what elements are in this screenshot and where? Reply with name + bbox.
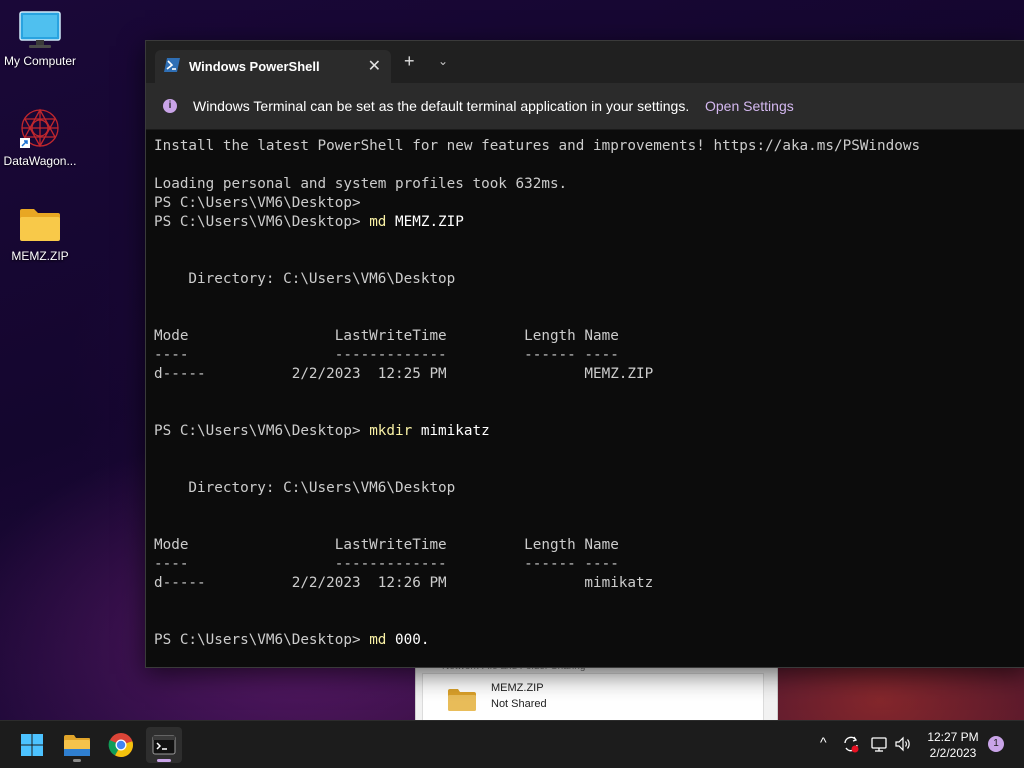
monitor-icon	[19, 11, 61, 48]
terminal-line: PS C:\Users\VM6\Desktop> mkdir mimikatz	[154, 422, 1018, 441]
terminal-tab-bar: Windows PowerShell ✕ + ⌄	[146, 41, 1024, 83]
info-icon: i	[163, 99, 177, 113]
folder-icon	[20, 209, 60, 241]
shared-item-status: Not Shared	[491, 698, 547, 710]
terminal-line: Directory: C:\Users\VM6\Desktop	[154, 271, 456, 287]
prompt-text: PS C:\Users\VM6\Desktop>	[154, 423, 370, 439]
chrome-button[interactable]	[103, 727, 139, 763]
terminal-line: Directory: C:\Users\VM6\Desktop	[154, 480, 456, 496]
clock[interactable]: 12:27 PM 2/2/2023	[922, 729, 984, 761]
sync-icon[interactable]	[842, 735, 860, 753]
terminal-line: d----- 2/2/2023 12:26 PM mimikatz	[154, 575, 654, 591]
running-indicator	[73, 759, 81, 762]
terminal-line: d----- 2/2/2023 12:25 PM MEMZ.ZIP	[154, 366, 654, 382]
background-window[interactable]: Network File and Folder Sharing MEMZ.ZIP…	[415, 660, 778, 722]
show-hidden-icons-chevron[interactable]: ^	[820, 734, 827, 750]
clock-date: 2/2/2023	[929, 746, 977, 760]
terminal-window[interactable]: Windows PowerShell ✕ + ⌄ i Windows Termi…	[145, 40, 1024, 668]
tab-title: Windows PowerShell	[189, 59, 320, 74]
close-tab-icon[interactable]: ✕	[368, 56, 381, 76]
desktop-icon-datawagon[interactable]: DataWagon...	[0, 106, 80, 168]
terminal-line: Mode LastWriteTime Length Name	[154, 537, 619, 553]
terminal-line: Mode LastWriteTime Length Name	[154, 328, 619, 344]
command-text: md	[369, 214, 387, 230]
folder-icon	[64, 735, 90, 756]
command-argument: 000.	[386, 632, 430, 648]
terminal-line: Loading personal and system profiles too…	[154, 176, 568, 192]
new-tab-button[interactable]: +	[404, 51, 415, 72]
terminal-line: PS C:\Users\VM6\Desktop> md 000.	[154, 631, 1018, 650]
folder-icon	[448, 689, 476, 711]
command-text: md	[369, 632, 387, 648]
datawagon-shortcut-icon	[20, 108, 59, 148]
terminal-line: Install the latest PowerShell for new fe…	[154, 138, 921, 154]
volume-icon[interactable]	[894, 735, 912, 753]
clock-time: 12:27 PM	[927, 730, 979, 744]
desktop-icon-my-computer[interactable]: My Computer	[0, 10, 80, 68]
windows-logo-icon	[21, 734, 43, 756]
chrome-icon	[108, 733, 133, 757]
active-indicator	[157, 759, 171, 762]
desktop-icon-label: My Computer	[3, 54, 77, 68]
terminal-line: ---- ------------- ------ ----	[154, 347, 619, 363]
prompt-text: PS C:\Users\VM6\Desktop>	[154, 632, 370, 648]
terminal-button[interactable]	[146, 727, 182, 763]
network-icon[interactable]	[870, 735, 888, 753]
command-argument: mimikatz	[412, 423, 490, 439]
default-terminal-infobar: i Windows Terminal can be set as the def…	[146, 83, 1024, 130]
desktop-icon-memz-zip[interactable]: MEMZ.ZIP	[0, 205, 80, 263]
notification-badge[interactable]: 1	[988, 736, 1004, 752]
terminal-line: ---- ------------- ------ ----	[154, 556, 619, 572]
terminal-line: PS C:\Users\VM6\Desktop>	[154, 195, 361, 211]
command-argument: MEMZ.ZIP	[386, 214, 464, 230]
terminal-line: PS C:\Users\VM6\Desktop> md MEMZ.ZIP	[154, 213, 1018, 232]
desktop-icon-label: DataWagon...	[3, 154, 77, 168]
terminal-output[interactable]: Install the latest PowerShell for new fe…	[154, 137, 1018, 650]
shared-items-list: MEMZ.ZIP Not Shared	[422, 673, 764, 721]
open-settings-link[interactable]: Open Settings	[705, 98, 794, 114]
chevron-down-icon[interactable]: ⌄	[438, 54, 448, 68]
infobar-message: Windows Terminal can be set as the defau…	[193, 98, 690, 114]
powershell-icon	[164, 58, 180, 72]
start-button[interactable]	[14, 727, 50, 763]
prompt-text: PS C:\Users\VM6\Desktop>	[154, 214, 370, 230]
terminal-icon	[152, 735, 176, 755]
tab-windows-powershell[interactable]: Windows PowerShell ✕	[155, 50, 391, 83]
desktop: My Computer DataWagon... MEMZ.ZIP Networ…	[0, 0, 1024, 768]
command-text: mkdir	[369, 423, 413, 439]
desktop-icon-label: MEMZ.ZIP	[11, 249, 69, 263]
shared-item-name: MEMZ.ZIP	[491, 682, 544, 694]
file-explorer-button[interactable]	[59, 727, 95, 763]
taskbar: ^ 12:27 PM 2/2/2023 1	[0, 720, 1024, 768]
